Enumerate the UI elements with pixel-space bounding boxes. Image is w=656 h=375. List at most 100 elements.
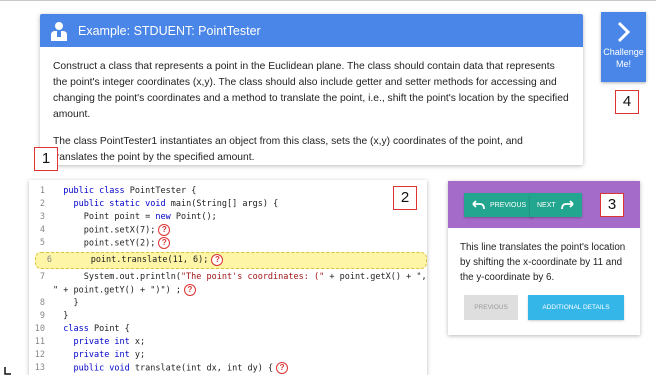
code-segment: Point point = <box>53 212 156 222</box>
example-header: Example: STDUENT: PointTester <box>40 14 583 47</box>
help-question-icon[interactable]: ? <box>211 253 224 266</box>
previous-nav-label: PREVIOUS <box>490 201 527 209</box>
line-number: 13 <box>34 363 45 373</box>
code-text: point.translate(11, 6);? <box>60 253 224 268</box>
previous-line-button[interactable]: PREVIOUS <box>464 193 534 217</box>
line-number: 6 <box>46 255 52 265</box>
code-keyword: public void <box>73 363 130 374</box>
line-number: 8 <box>39 298 45 308</box>
code-text: } <box>53 297 79 310</box>
code-segment: Point(); <box>170 212 217 222</box>
code-panel: 1 public class PointTester {2 public sta… <box>29 180 427 375</box>
code-segment: } <box>53 311 69 321</box>
code-line: 11 private int x; <box>29 336 427 349</box>
line-number: 12 <box>34 350 45 360</box>
code-line: 3 Point point = new Point(); <box>29 211 427 224</box>
code-segment: y; <box>129 350 146 360</box>
code-segment: point.translate(11, 6); <box>60 255 209 265</box>
line-number: 5 <box>39 238 45 248</box>
callout-4: 4 <box>615 90 639 114</box>
code-string: "The point's coordinates: (" <box>180 272 325 282</box>
explanation-footer: PREVIOUS ADDITIONAL DETAILS <box>464 295 624 320</box>
code-line: 13 public void translate(int dx, int dy)… <box>29 362 427 375</box>
person-icon <box>51 21 67 41</box>
help-question-icon[interactable]: ? <box>183 284 196 296</box>
additional-details-button[interactable]: ADDITIONAL DETAILS <box>528 295 624 320</box>
code-line: 1 public class PointTester { <box>29 185 427 198</box>
callout-3: 3 <box>600 193 624 217</box>
callout-1: 1 <box>34 147 58 171</box>
line-number: 11 <box>34 337 45 347</box>
code-segment: point.setX(7); <box>53 225 156 236</box>
code-keyword: public class <box>63 186 125 196</box>
code-keyword: private int <box>73 337 130 347</box>
code-segment: Point { <box>88 324 130 334</box>
help-question-icon[interactable]: ? <box>158 224 171 236</box>
line-number <box>29 284 53 297</box>
line-number: 2 <box>39 199 45 209</box>
code-line: 4 point.setX(7);? <box>29 224 427 237</box>
undo-arrow-icon <box>472 200 485 210</box>
code-segment: PointTester { <box>124 186 197 196</box>
callout-2: 2 <box>393 186 417 210</box>
challenge-label: Challenge Me! <box>603 47 644 69</box>
next-line-button[interactable]: NEXT <box>530 193 582 217</box>
code-text: public class PointTester { <box>53 185 196 198</box>
code-segment: point.setY(2); <box>53 238 156 249</box>
cursor-icon <box>4 367 11 375</box>
code-text: private int y; <box>53 349 145 362</box>
code-segment: translate(int dx, int dy) { <box>129 363 274 374</box>
line-number: 9 <box>39 311 45 321</box>
code-text: Point point = new Point(); <box>53 211 217 224</box>
code-keyword: public static void <box>73 199 166 209</box>
code-text: System.out.println("The point's coordina… <box>53 271 427 284</box>
line-number: 7 <box>39 272 45 282</box>
line-number: 3 <box>39 212 45 222</box>
code-segment: x; <box>129 337 146 347</box>
code-line: 7 System.out.println("The point's coordi… <box>29 271 427 284</box>
help-question-icon[interactable]: ? <box>276 362 289 374</box>
help-question-icon[interactable]: ? <box>158 237 171 249</box>
code-lines: 1 public class PointTester {2 public sta… <box>29 185 427 375</box>
code-text: " + point.getY() + ")") ;? <box>53 284 196 297</box>
code-keyword: class <box>63 324 89 334</box>
highlighted-code-line: 6 point.translate(11, 6);? <box>35 252 427 269</box>
code-segment: System.out.println( <box>53 272 181 282</box>
code-line: 10 class Point { <box>29 323 427 336</box>
explanation-text: This line translates the point's locatio… <box>460 242 626 283</box>
example-paragraph-2: The class PointTester1 instantiates an o… <box>53 136 523 163</box>
example-paragraph-1: Construct a class that represents a poin… <box>53 61 569 120</box>
code-text: } <box>53 310 68 323</box>
line-number: 4 <box>39 225 45 235</box>
chevron-right-icon <box>617 21 630 43</box>
line-number: 1 <box>39 186 45 196</box>
example-description: Construct a class that represents a poin… <box>40 47 583 165</box>
example-title: Example: STDUENT: PointTester <box>78 23 261 38</box>
code-line: 12 private int y; <box>29 349 427 362</box>
challenge-me-button[interactable]: Challenge Me! <box>601 12 646 82</box>
code-text: point.setX(7);? <box>53 224 171 237</box>
next-nav-label: NEXT <box>537 201 556 209</box>
code-segment: " + point.getY() + ")") ; <box>53 285 181 296</box>
example-card: Example: STDUENT: PointTester Construct … <box>40 14 583 165</box>
code-line: 8 } <box>29 297 427 310</box>
code-line: 9 } <box>29 310 427 323</box>
code-segment: + point.getX() + ", <box>324 272 427 282</box>
code-segment: main(String[] args) { <box>165 199 279 209</box>
redo-arrow-icon <box>560 200 574 210</box>
previous-button[interactable]: PREVIOUS <box>464 295 518 320</box>
code-text: point.setY(2);? <box>53 237 171 250</box>
code-line: 5 point.setY(2);? <box>29 237 427 250</box>
top-divider <box>0 0 656 1</box>
code-text: class Point { <box>53 323 130 336</box>
code-line: " + point.getY() + ")") ;? <box>29 284 427 297</box>
code-keyword: private int <box>73 350 130 360</box>
code-segment: } <box>53 298 79 308</box>
code-keyword: new <box>155 212 171 222</box>
